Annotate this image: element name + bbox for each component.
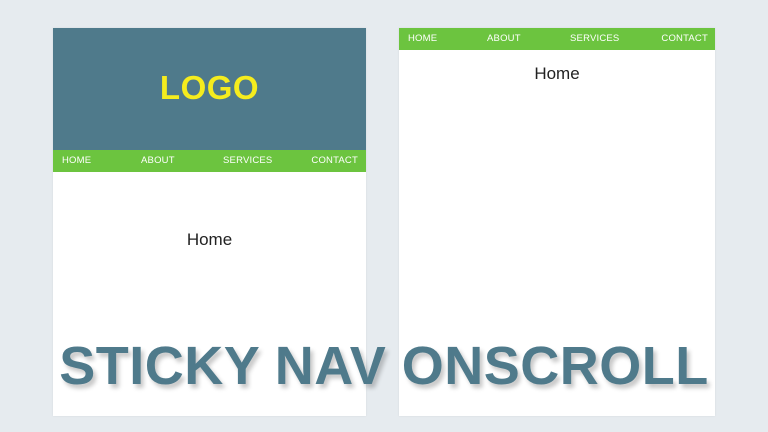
nav-item-about[interactable]: ABOUT — [487, 28, 521, 50]
nav-item-services[interactable]: SERVICES — [223, 150, 272, 172]
sticky-navigation-bar: HOME ABOUT SERVICES CONTACT — [399, 28, 715, 50]
nav-item-about[interactable]: ABOUT — [141, 150, 175, 172]
site-logo[interactable]: LOGO — [160, 69, 259, 107]
nav-item-contact[interactable]: CONTACT — [311, 150, 358, 172]
page-heading: Home — [186, 230, 233, 249]
nav-item-home[interactable]: HOME — [408, 28, 437, 50]
site-header: LOGO — [53, 28, 366, 150]
nav-item-home[interactable]: HOME — [62, 150, 91, 172]
nav-item-services[interactable]: SERVICES — [570, 28, 619, 50]
page-heading: Home — [534, 64, 580, 83]
banner-title: STICKY NAV ONSCROLL — [59, 336, 709, 396]
navigation-bar: HOME ABOUT SERVICES CONTACT — [53, 150, 366, 172]
nav-item-contact[interactable]: CONTACT — [661, 28, 708, 50]
